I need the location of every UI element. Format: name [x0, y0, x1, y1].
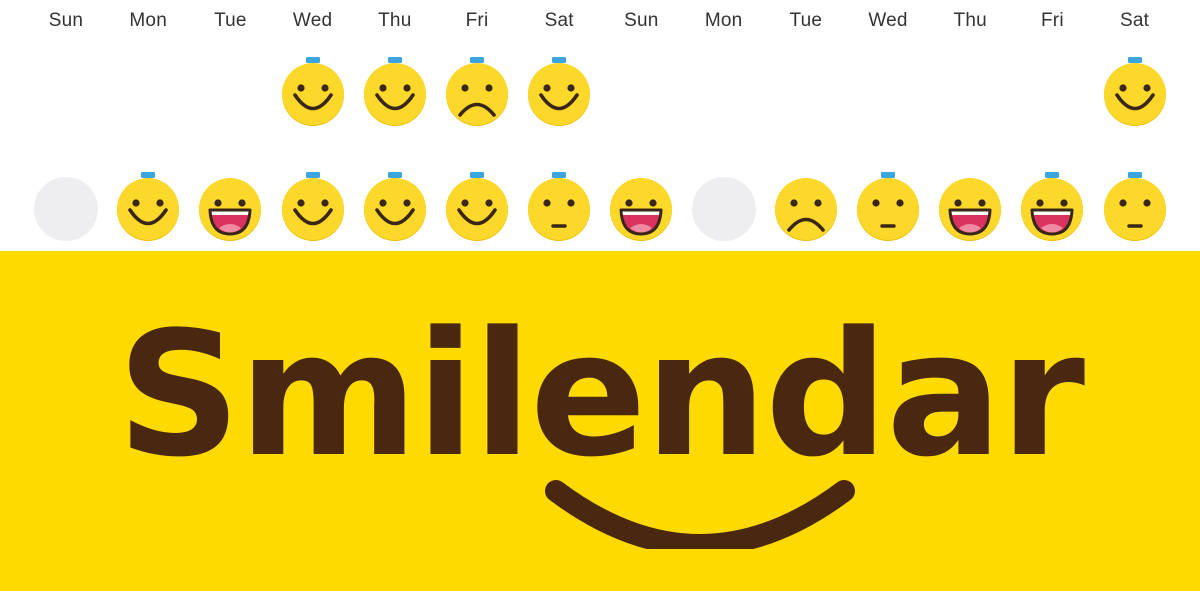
day-label-tue: Tue	[214, 10, 247, 31]
day-label-thu: Thu	[953, 10, 987, 31]
mood-sad-icon-tue-w2-r2[interactable]	[773, 171, 839, 241]
mood-laugh-icon-sun-w2-r2[interactable]	[608, 171, 674, 241]
mood-calendar: Sun Mon Tue Wed Thu Fri Sat Sun Mon Tue Wed Thu Fri S…	[0, 0, 1200, 250]
mood-smile-icon-mon-w1-r2[interactable]	[115, 171, 181, 241]
day-label-sat: Sat	[544, 10, 574, 31]
day-label-fri: Fri	[1041, 10, 1064, 31]
mood-smile-icon-thu-w1-r2[interactable]	[362, 171, 428, 241]
mood-laugh-icon-thu-w2-r2[interactable]	[937, 171, 1003, 241]
day-label-fri: Fri	[465, 10, 489, 31]
day-label-wed: Wed	[292, 10, 333, 31]
day-label-tue: Tue	[789, 10, 823, 31]
mood-smile-icon-wed-w1-r1[interactable]	[280, 56, 346, 126]
mood-neutral-icon-sat-w2-r2[interactable]	[1102, 171, 1168, 241]
day-label-sun: Sun	[624, 10, 659, 31]
day-label-sun: Sun	[48, 10, 84, 31]
empty-day-cell-mon-w2-r2[interactable]	[691, 171, 757, 241]
day-label-wed: Wed	[868, 10, 908, 31]
logo-banner: Smilendar	[0, 251, 1200, 591]
empty-day-cell-sun-w1-r2[interactable]	[33, 171, 99, 241]
mood-sad-icon-fri-w1-r1[interactable]	[444, 56, 510, 126]
mood-smile-icon-sat-w1-r1[interactable]	[526, 56, 592, 126]
mood-smile-icon-thu-w1-r1[interactable]	[362, 56, 428, 126]
day-label-mon: Mon	[704, 10, 743, 31]
mood-smile-icon-fri-w1-r2[interactable]	[444, 171, 510, 241]
day-label-mon: Mon	[129, 10, 167, 31]
mood-laugh-icon-tue-w1-r2[interactable]	[197, 171, 263, 241]
mood-neutral-icon-wed-w2-r2[interactable]	[855, 171, 921, 241]
day-label-thu: Thu	[378, 10, 412, 31]
logo-wordmark: Smilendar	[116, 294, 1085, 495]
day-label-sat: Sat	[1120, 10, 1150, 31]
mood-smile-icon-wed-w1-r2[interactable]	[280, 171, 346, 241]
logo-smile-icon	[545, 480, 855, 549]
mood-neutral-icon-sat-w1-r2[interactable]	[526, 171, 592, 241]
mood-laugh-icon-fri-w2-r2[interactable]	[1019, 171, 1085, 241]
mood-smile-icon-sat-w2-r1[interactable]	[1102, 56, 1168, 126]
